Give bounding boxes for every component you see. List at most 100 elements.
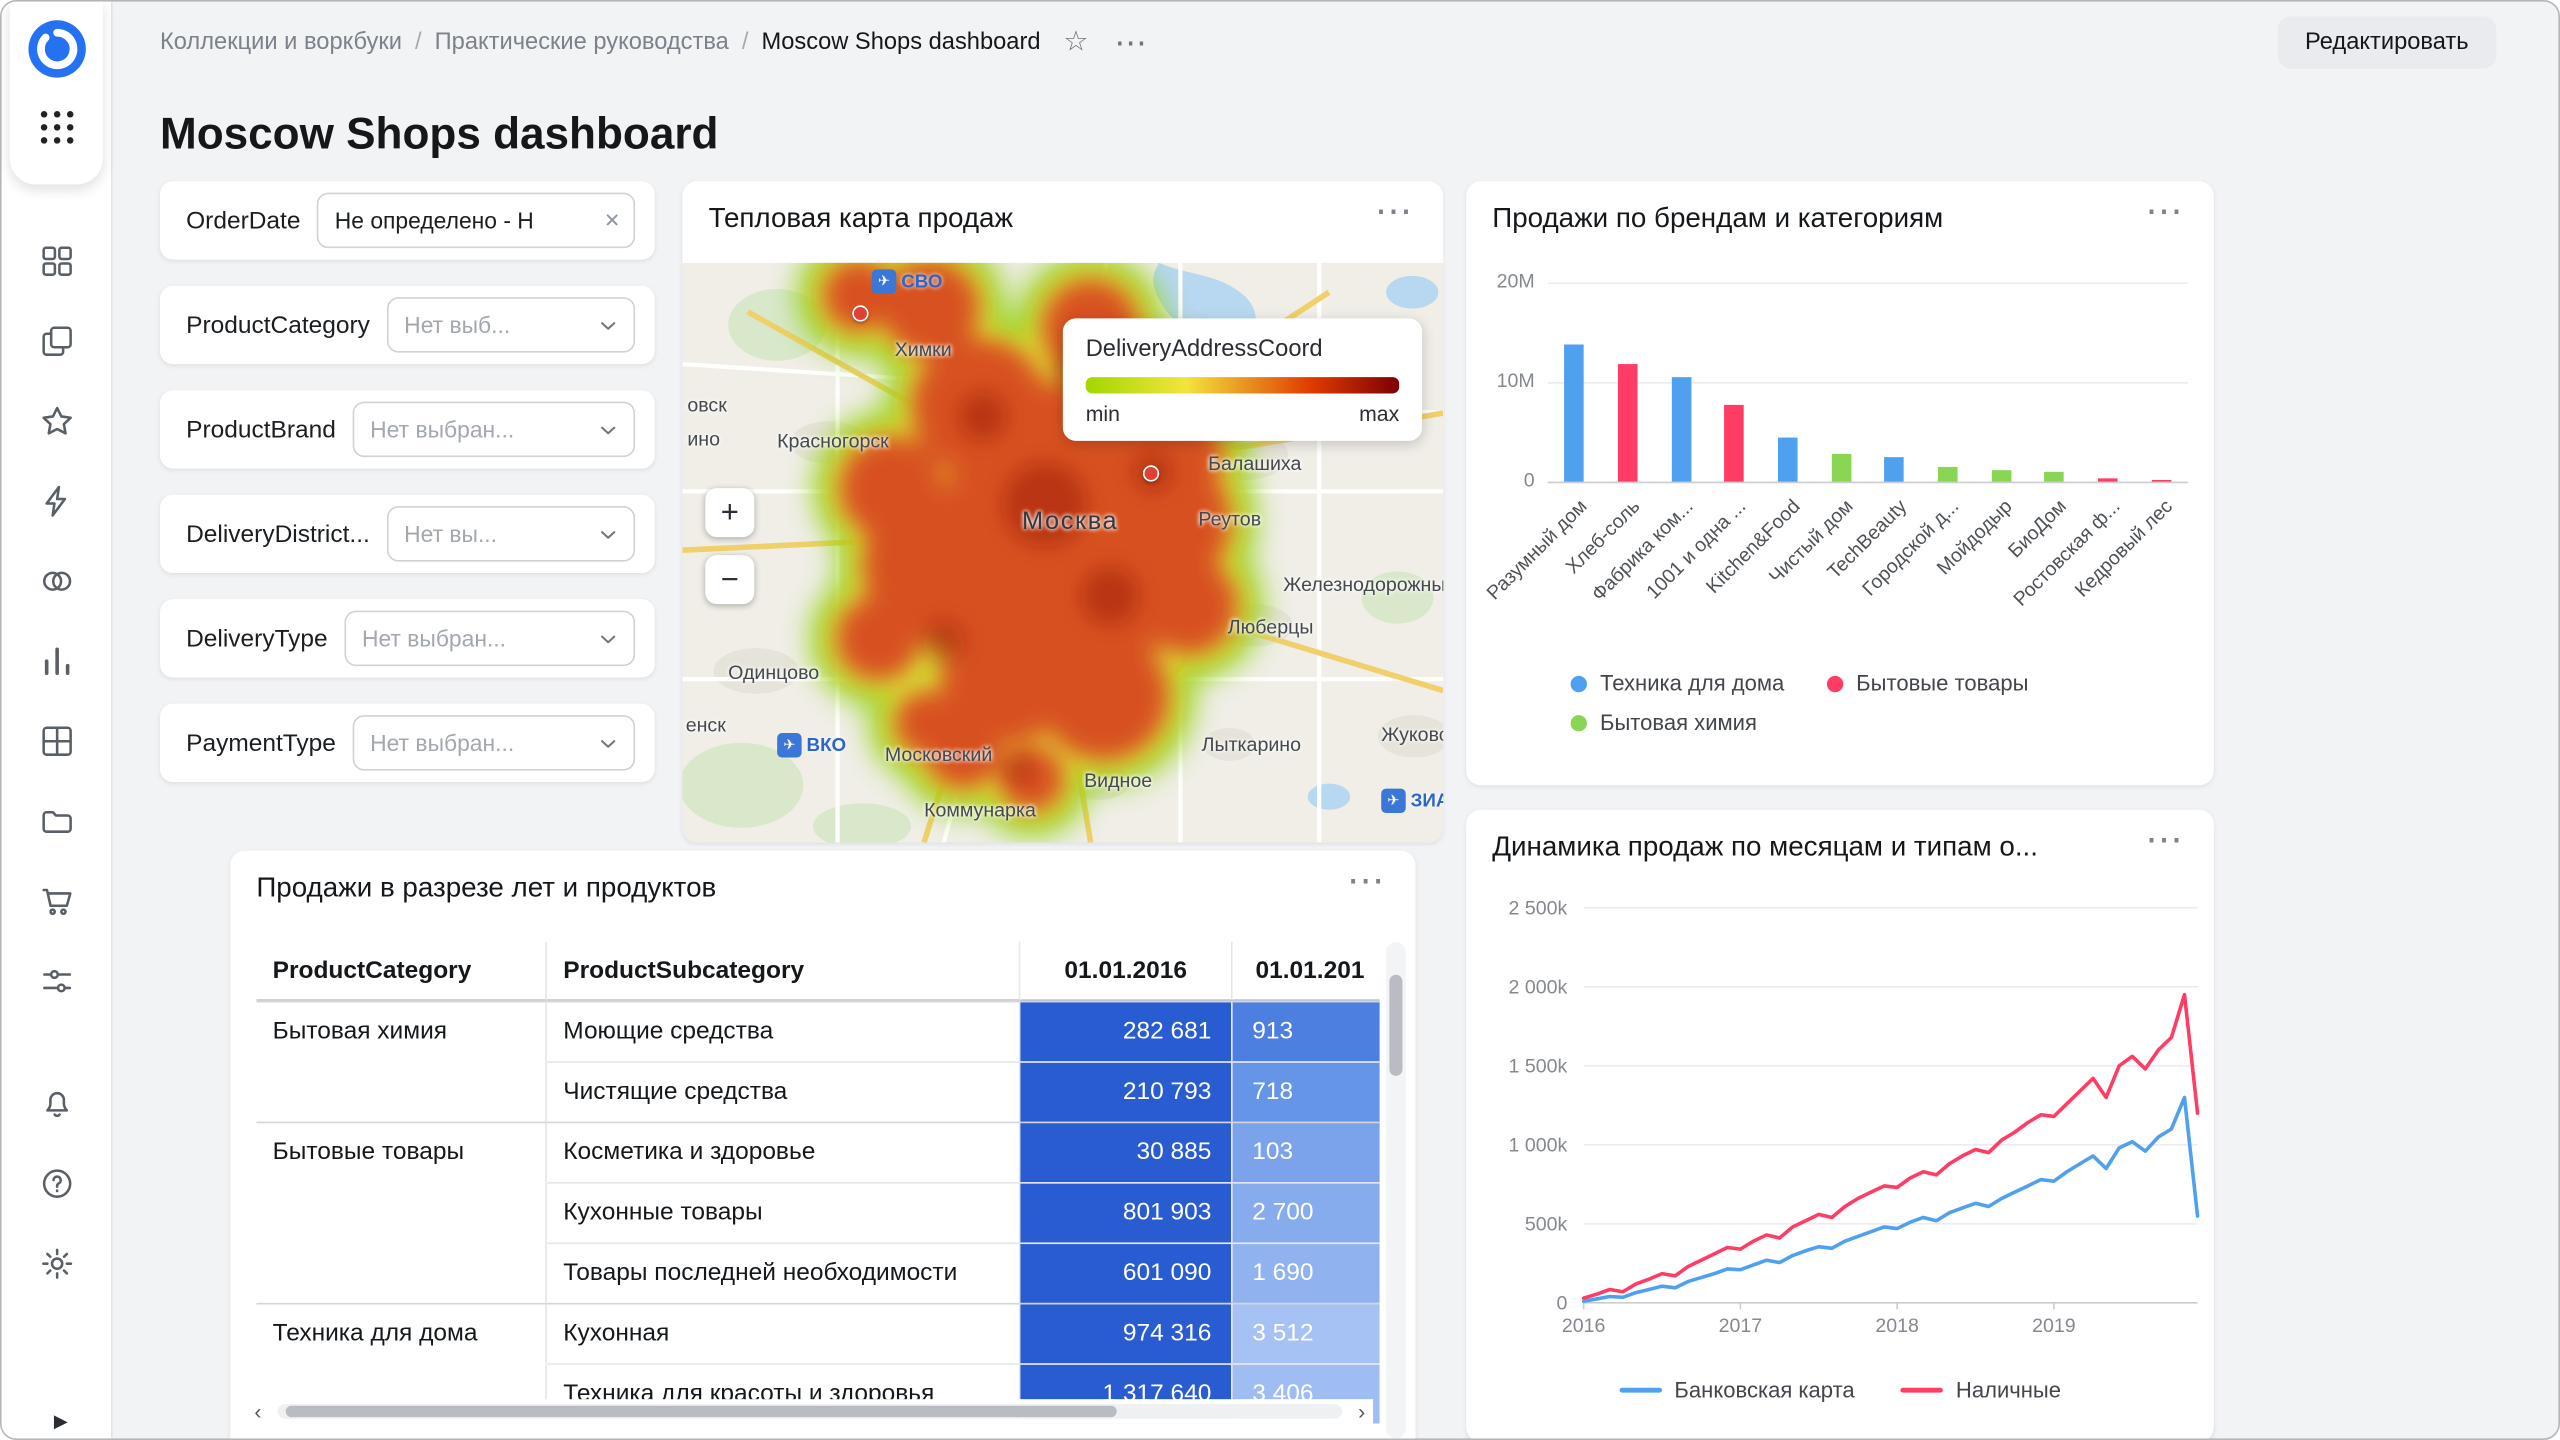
filter-value: Нет выбран... [370, 730, 586, 756]
datalens-logo[interactable] [25, 18, 87, 88]
page-menu-button[interactable]: ⋯ [1105, 20, 1159, 64]
legend-item[interactable]: Бытовые товары [1827, 671, 2029, 695]
bar[interactable] [1938, 467, 1958, 482]
copy-icon[interactable] [38, 323, 74, 359]
folder-icon[interactable] [38, 803, 74, 839]
orderdate-filter-card: OrderDateНе определено - Н✕ [160, 181, 655, 259]
bar[interactable] [1565, 344, 1585, 481]
bar-chart-icon[interactable] [38, 643, 74, 679]
value-cell: 1 690 [1233, 1242, 1380, 1302]
gear-icon[interactable] [38, 1246, 74, 1282]
cart-icon[interactable] [38, 883, 74, 919]
help-icon[interactable] [38, 1166, 74, 1202]
paymenttype-filter-select[interactable]: Нет выбран... [352, 715, 635, 771]
bar[interactable] [1831, 454, 1851, 482]
value-cell: 3 512 [1233, 1303, 1380, 1363]
breadcrumb-item[interactable]: Коллекции и воркбуки [160, 29, 402, 55]
zoom-in-button[interactable]: + [705, 488, 754, 537]
legend-item[interactable]: Наличные [1900, 1378, 2061, 1402]
edit-button[interactable]: Редактировать [2277, 16, 2496, 68]
widget-menu-button[interactable]: ⋯ [2136, 188, 2195, 235]
widget-menu-button[interactable]: ⋯ [1337, 857, 1396, 904]
topbar: Коллекции и воркбуки / Практические руково… [160, 15, 2496, 71]
legend-dot [1827, 675, 1843, 691]
bar[interactable] [1618, 364, 1638, 481]
value-cell: 282 681 [1020, 1001, 1232, 1061]
lightning-icon[interactable] [38, 483, 74, 519]
clear-filter-icon[interactable]: ✕ [604, 209, 620, 232]
bar[interactable] [1725, 405, 1745, 482]
scrollbar-track[interactable] [278, 1404, 1342, 1419]
legend-line-sample [1619, 1388, 1661, 1393]
widget-title: Продажи в разрезе лет и продуктов [256, 872, 716, 905]
productcategory-filter-select[interactable]: Нет выб... [386, 297, 635, 353]
star-icon[interactable] [38, 403, 74, 439]
bell-icon[interactable] [38, 1086, 74, 1122]
bar[interactable] [1671, 377, 1691, 482]
value-cell: 30 885 [1020, 1122, 1232, 1182]
filter-label: DeliveryDistrict... [186, 520, 370, 548]
legend-item[interactable]: Техника для дома [1571, 671, 1785, 695]
filter-value: Нет вы... [404, 521, 586, 547]
orderdate-filter-select[interactable]: Не определено - Н✕ [317, 193, 635, 249]
map-area: ХимкиКрасногорскМоскваБалашихаРеутовЖеле… [682, 263, 1443, 843]
connections-icon[interactable] [38, 563, 74, 599]
svg-text:2016: 2016 [1562, 1315, 1606, 1337]
line-chart-widget: Динамика продаж по месяцам и типам о... … [1466, 810, 2214, 1440]
logo-tab [10, 2, 103, 185]
scrollbar-thumb[interactable] [286, 1406, 1116, 1417]
scroll-left-arrow[interactable]: ‹ [247, 1400, 270, 1423]
sidebar: ▶ [2, 2, 113, 1439]
widget-menu-button[interactable]: ⋯ [1365, 188, 1424, 235]
table-row: Кухонные товары801 9032 700 [256, 1182, 1379, 1242]
sliders-icon[interactable] [38, 963, 74, 999]
grid-icon[interactable] [38, 723, 74, 759]
y-axis-label: 0 [1469, 469, 1534, 492]
gridline [1548, 282, 2188, 284]
apps-grid-icon[interactable] [40, 111, 73, 144]
column-header: ProductSubcategory [547, 942, 1020, 1001]
sidebar-expand-button[interactable]: ▶ [44, 1409, 77, 1433]
legend-label: Банковская карта [1674, 1378, 1854, 1402]
bar[interactable] [1778, 438, 1798, 482]
svg-text:2 000k: 2 000k [1509, 976, 1568, 998]
breadcrumb-separator: / [742, 29, 749, 55]
y-axis-label: 20M [1469, 269, 1534, 292]
map-legend: DeliveryAddressCoord min max [1063, 318, 1422, 440]
scrollbar-thumb[interactable] [1389, 975, 1402, 1076]
legend-min-label: min [1086, 402, 1120, 426]
legend-item[interactable]: Банковская карта [1619, 1378, 1855, 1402]
breadcrumb: Коллекции и воркбуки / Практические руково… [160, 29, 1041, 55]
filter-label: ProductBrand [186, 416, 336, 444]
bar[interactable] [2045, 472, 2065, 482]
zoom-out-button[interactable]: − [705, 555, 754, 604]
sidebar-nav [2, 243, 111, 999]
subcategory-cell: Косметика и здоровье [547, 1122, 1020, 1182]
deliverydistrict-filter-select[interactable]: Нет вы... [386, 506, 635, 562]
productbrand-filter-select[interactable]: Нет выбран... [352, 402, 635, 458]
productbrand-filter-card: ProductBrand Нет выбран... [160, 390, 655, 468]
svg-text:2 500k: 2 500k [1509, 897, 1568, 919]
deliverytype-filter-select[interactable]: Нет выбран... [344, 611, 635, 667]
breadcrumb-item[interactable]: Практические руководства [435, 29, 729, 55]
table-row: Чистящие средства210 793718 [256, 1061, 1379, 1121]
paymenttype-filter-card: PaymentTypeНет выбран... [160, 704, 655, 782]
category-cell [256, 1061, 547, 1121]
vertical-scrollbar[interactable] [1386, 942, 1406, 1438]
svg-text:500k: 500k [1525, 1213, 1568, 1235]
favorite-star-icon[interactable]: ☆ [1063, 26, 1088, 59]
bar[interactable] [1885, 457, 1905, 482]
value-cell: 913 [1233, 1001, 1380, 1061]
deliverydistrict-filter-card: DeliveryDistrict... Нет вы... [160, 495, 655, 573]
subcategory-cell: Товары последней необходимости [547, 1242, 1020, 1302]
map-legend-title: DeliveryAddressCoord [1086, 336, 1399, 362]
bar[interactable] [1991, 470, 2011, 481]
scroll-right-arrow[interactable]: › [1350, 1400, 1373, 1423]
legend-item[interactable]: Бытовая химия [1571, 710, 1757, 734]
bar[interactable] [2098, 478, 2118, 482]
bar[interactable] [2151, 480, 2171, 482]
widgets-icon[interactable] [38, 243, 74, 279]
horizontal-scrollbar[interactable]: ‹ › [247, 1399, 1374, 1423]
subcategory-cell: Моющие средства [547, 1001, 1020, 1061]
value-cell: 2 700 [1233, 1182, 1380, 1242]
